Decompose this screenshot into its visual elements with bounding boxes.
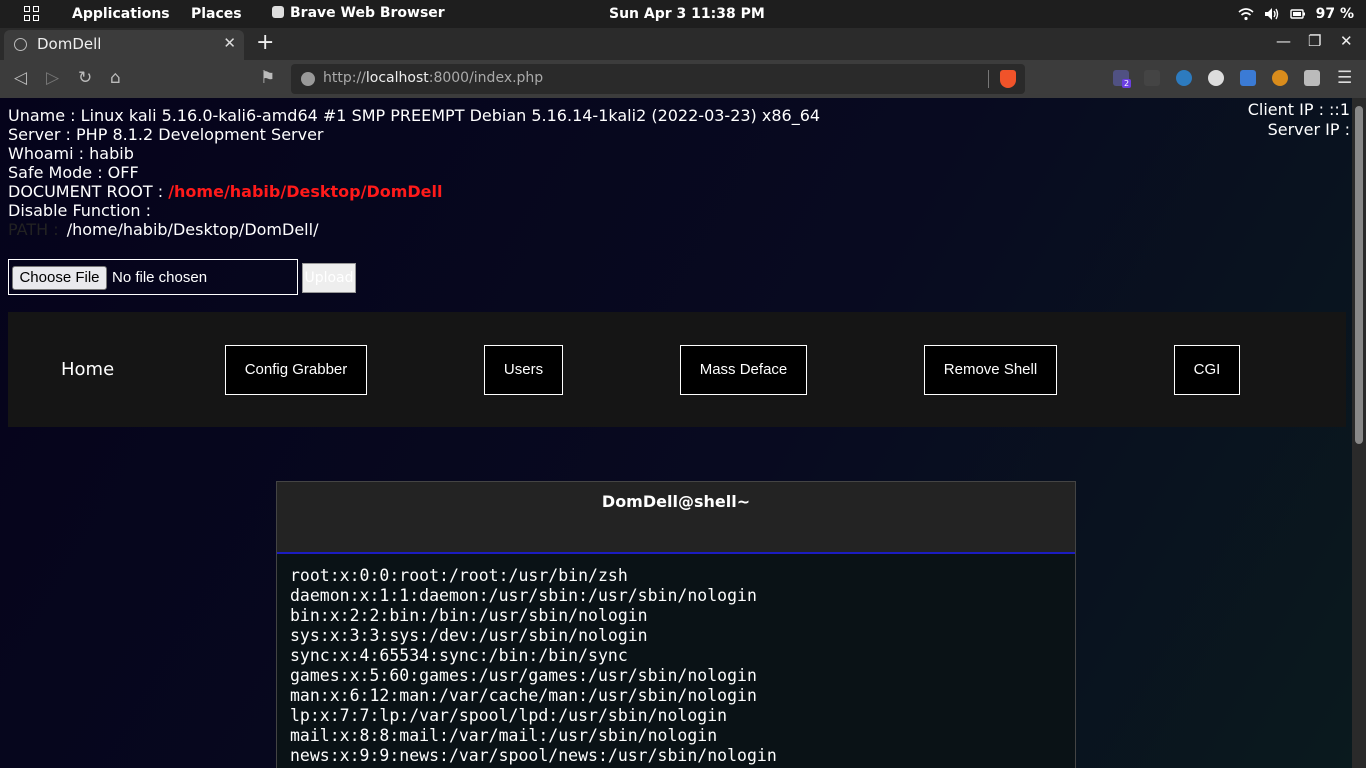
- battery-percent: 97 %: [1315, 6, 1354, 22]
- applications-menu[interactable]: Applications: [72, 6, 170, 22]
- path-label: PATH :: [8, 220, 59, 239]
- cloud-extension-icon[interactable]: [1208, 70, 1224, 86]
- url-host: localhost: [365, 70, 429, 86]
- forward-icon[interactable]: ▷: [46, 68, 59, 88]
- disable-function-line: Disable Function :: [8, 201, 151, 220]
- taskbar-brave-label: Brave Web Browser: [290, 5, 445, 21]
- globe-icon: [14, 38, 27, 51]
- url-separator: [988, 70, 989, 88]
- new-tab-icon[interactable]: +: [256, 30, 274, 55]
- scrollbar-thumb[interactable]: [1355, 106, 1363, 444]
- app-grid-icon[interactable]: [24, 6, 40, 22]
- back-icon[interactable]: ◁: [14, 68, 27, 88]
- choose-file-button[interactable]: Choose File: [12, 266, 107, 290]
- browser-toolbar: ◁ ▷ ↻ ⌂ ⚑ http://localhost:8000/index.ph…: [0, 60, 1366, 98]
- document-root-value: /home/habib/Desktop/DomDell: [168, 182, 443, 201]
- document-root-line: DOCUMENT ROOT : /home/habib/Desktop/DomD…: [8, 182, 820, 201]
- mass-deface-button[interactable]: Mass Deface: [680, 345, 807, 395]
- home-icon[interactable]: ⌂: [110, 68, 121, 88]
- minimize-icon[interactable]: —: [1276, 32, 1291, 50]
- upload-button[interactable]: Upload: [302, 263, 356, 293]
- battery-icon[interactable]: [1289, 7, 1306, 21]
- navigation-bar: Home Config Grabber Users Mass Deface Re…: [8, 312, 1346, 427]
- path-value[interactable]: /home/habib/Desktop/DomDell/: [67, 220, 319, 239]
- safe-mode-line: Safe Mode : OFF: [8, 163, 139, 182]
- tab-title: DomDell: [37, 35, 102, 53]
- cgi-button[interactable]: CGI: [1174, 345, 1240, 395]
- document-root-label: DOCUMENT ROOT :: [8, 182, 169, 201]
- server-ip: Server IP :: [1267, 120, 1350, 139]
- page-content: Uname : Linux kali 5.16.0-kali6-amd64 #1…: [0, 98, 1366, 768]
- whoami-line: Whoami : habib: [8, 144, 134, 163]
- bookmark-icon[interactable]: ⚑: [260, 68, 275, 88]
- tab-domdell[interactable]: DomDell ✕: [4, 30, 244, 60]
- eye-extension-icon[interactable]: [1176, 70, 1192, 86]
- nav-home[interactable]: Home: [61, 359, 114, 380]
- system-tray: 97 %: [1238, 6, 1354, 22]
- shell-output[interactable]: root:x:0:0:root:/root:/usr/bin/zsh daemo…: [277, 552, 1075, 768]
- extensions-puzzle-icon[interactable]: [1304, 70, 1320, 86]
- path-line: PATH : /home/habib/Desktop/DomDell/: [8, 220, 820, 239]
- system-top-panel: Applications Places Brave Web Browser Su…: [0, 0, 1366, 28]
- address-bar[interactable]: http://localhost:8000/index.php: [291, 64, 1025, 94]
- maximize-icon[interactable]: ❐: [1308, 32, 1321, 50]
- volume-icon[interactable]: [1264, 7, 1280, 21]
- wifi-icon[interactable]: [1238, 7, 1254, 21]
- url-text: http://localhost:8000/index.php: [323, 70, 543, 86]
- browser-tab-bar: DomDell ✕ + — ❐ ✕: [0, 28, 1366, 60]
- no-file-label: No file chosen: [112, 269, 208, 286]
- users-button[interactable]: Users: [484, 345, 563, 395]
- uname-line: Uname : Linux kali 5.16.0-kali6-amd64 #1…: [8, 106, 821, 125]
- shell-title: DomDell@shell~: [277, 482, 1075, 552]
- brave-icon: [272, 6, 284, 18]
- extension-badge: 2: [1122, 79, 1132, 88]
- hat-extension-icon[interactable]: [1144, 70, 1160, 86]
- client-ip: Client IP : ::1: [1247, 100, 1350, 119]
- server-info: Uname : Linux kali 5.16.0-kali6-amd64 #1…: [8, 106, 820, 239]
- site-info-icon[interactable]: [301, 72, 315, 86]
- wappalyzer-extension-icon[interactable]: [1240, 70, 1256, 86]
- url-scheme: http://: [323, 70, 366, 86]
- menu-icon[interactable]: ☰: [1337, 68, 1352, 88]
- remove-shell-button[interactable]: Remove Shell: [924, 345, 1057, 395]
- url-path: :8000/index.php: [428, 70, 544, 86]
- file-input[interactable]: Choose File No file chosen: [8, 259, 298, 295]
- clock[interactable]: Sun Apr 3 11:38 PM: [609, 6, 765, 22]
- taskbar-brave[interactable]: Brave Web Browser: [272, 5, 445, 21]
- cookie-extension-icon[interactable]: [1272, 70, 1288, 86]
- brave-shields-icon[interactable]: [1000, 70, 1016, 88]
- page-scrollbar[interactable]: [1352, 98, 1366, 768]
- shell-panel: DomDell@shell~ root:x:0:0:root:/root:/us…: [276, 481, 1076, 768]
- ip-info: Client IP : ::1 Server IP :: [1248, 100, 1350, 140]
- reload-icon[interactable]: ↻: [78, 68, 92, 88]
- places-menu[interactable]: Places: [191, 6, 242, 22]
- config-grabber-button[interactable]: Config Grabber: [225, 345, 367, 395]
- window-close-icon[interactable]: ✕: [1340, 32, 1353, 50]
- tab-close-icon[interactable]: ✕: [223, 34, 236, 52]
- server-line: Server : PHP 8.1.2 Development Server: [8, 125, 324, 144]
